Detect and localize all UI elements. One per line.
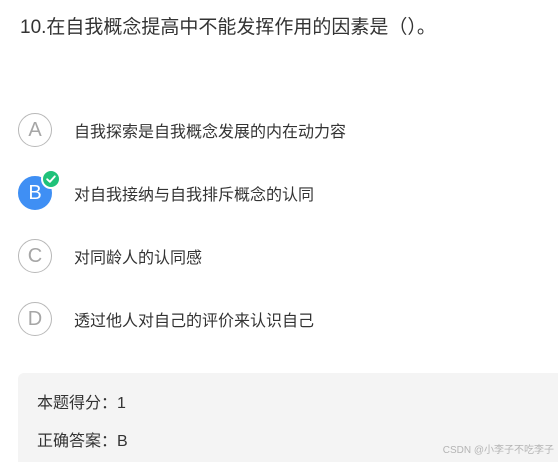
score-value: 1 xyxy=(117,395,126,412)
option-c-circle[interactable]: C xyxy=(18,239,52,273)
answer-line: 正确答案：B xyxy=(37,427,128,451)
option-c-text: 对同龄人的认同感 xyxy=(74,250,203,267)
option-d[interactable]: D 透过他人对自己的评价来认识自己 xyxy=(18,300,538,338)
answer-label: 正确答案： xyxy=(37,433,118,450)
option-b-text: 对自我接纳与自我排斥概念的认同 xyxy=(74,187,315,204)
option-d-circle[interactable]: D xyxy=(18,302,52,336)
option-b-letter: B xyxy=(28,181,42,204)
option-a[interactable]: A 自我探索是自我概念发展的内在动力容 xyxy=(18,111,538,149)
option-c[interactable]: C 对同龄人的认同感 xyxy=(18,237,538,275)
option-b-circle[interactable]: B xyxy=(18,169,61,210)
check-icon-svg xyxy=(46,175,56,183)
watermark: CSDN @小李子不吃李子 xyxy=(442,445,554,456)
score-line: 本题得分：1 xyxy=(37,389,126,413)
option-d-text: 透过他人对自己的评价来认识自己 xyxy=(74,313,315,330)
check-icon xyxy=(41,169,61,189)
options-list: A 自我探索是自我概念发展的内在动力容 B 对自我接纳与自我排斥概念的认同 C … xyxy=(18,111,538,363)
option-a-text: 自我探索是自我概念发展的内在动力容 xyxy=(74,124,347,141)
option-a-circle[interactable]: A xyxy=(18,113,52,147)
answer-value: B xyxy=(117,433,128,450)
option-b[interactable]: B 对自我接纳与自我排斥概念的认同 xyxy=(18,169,538,212)
question-title: 10.在自我概念提高中不能发挥作用的因素是（）。 xyxy=(20,17,436,38)
score-label: 本题得分： xyxy=(37,395,118,412)
